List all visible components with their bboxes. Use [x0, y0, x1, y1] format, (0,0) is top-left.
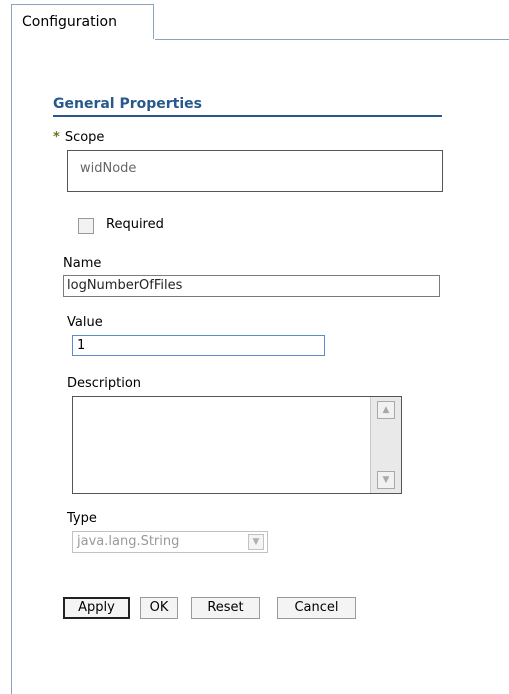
type-label: Type — [67, 511, 97, 526]
reset-button[interactable]: Reset — [191, 597, 260, 619]
required-star-icon: * — [53, 130, 60, 145]
value-field[interactable]: 1 — [72, 335, 325, 356]
tab-configuration[interactable]: Configuration — [11, 4, 154, 39]
scope-label-row: * Scope — [53, 130, 104, 145]
description-scrollbar[interactable]: ▲ ▼ — [370, 397, 401, 493]
name-label: Name — [63, 256, 102, 271]
scroll-down-icon[interactable]: ▼ — [377, 471, 395, 489]
panel-border — [11, 39, 12, 694]
required-label: Required — [106, 217, 164, 232]
scroll-up-icon[interactable]: ▲ — [377, 401, 395, 419]
type-selected-value: java.lang.String — [77, 534, 180, 549]
scope-label: Scope — [64, 130, 105, 145]
required-checkbox[interactable] — [78, 218, 94, 234]
apply-button[interactable]: Apply — [63, 597, 130, 619]
value-label: Value — [67, 315, 103, 330]
type-select[interactable]: java.lang.String ▼ — [72, 531, 268, 553]
ok-button[interactable]: OK — [140, 597, 178, 619]
name-field[interactable]: logNumberOfFiles — [63, 275, 440, 297]
cancel-button[interactable]: Cancel — [277, 597, 356, 619]
tab-strip-line — [155, 39, 509, 40]
description-textarea[interactable]: ▲ ▼ — [72, 396, 402, 494]
section-divider — [53, 115, 442, 117]
chevron-down-icon[interactable]: ▼ — [248, 534, 264, 550]
description-label: Description — [67, 376, 142, 391]
section-title: General Properties — [53, 96, 202, 112]
scope-value: widNode — [67, 150, 443, 192]
